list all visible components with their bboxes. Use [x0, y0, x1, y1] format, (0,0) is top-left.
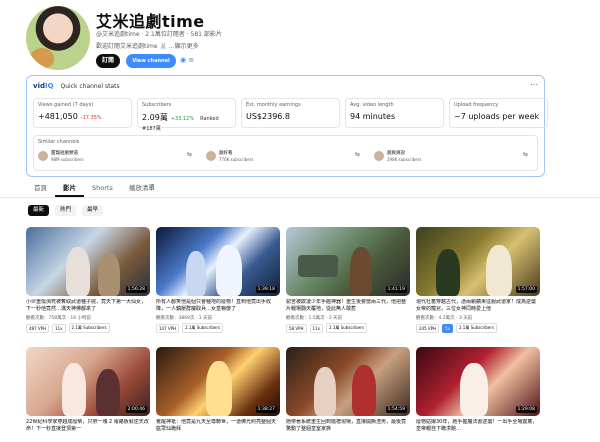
view-channel-stats-button[interactable]: View channel stats	[126, 54, 176, 78]
similar-channel[interactable]: 劇爽爽說 298K subscribers ⇆	[374, 149, 534, 167]
vidiq-header: vidIQ Quick channel stats	[33, 82, 120, 90]
video-thumbnail[interactable]: 2:00:46	[26, 347, 150, 416]
vidiq-badges: 245 VPH 5x 2.1萬 Subscribers	[416, 323, 540, 333]
stat-subscribers: Subscribers 2.09萬 +33.12% Ranked #187萬	[137, 98, 236, 132]
video-thumbnail[interactable]: 1:56:28	[26, 227, 150, 296]
tab-divider	[0, 197, 600, 198]
video-thumbnail[interactable]: 1:38:27	[156, 347, 280, 416]
video-duration: 1:57:00	[515, 286, 537, 293]
video-title[interactable]: 22世紀科學家穿越成廢柴，只帶一塊 2 電路板就逆天改命！下一秒直接登頂第一	[26, 419, 150, 433]
vidiq-badges: 147 VPH 2.1萬 Subscribers	[156, 323, 280, 333]
video-title[interactable]: 小伙重傷瀕死被奪取武道種子屍，竟天下第一大仙女，下一秒他竟然…滿天神佛都來了	[26, 299, 150, 313]
video-duration: 1:56:28	[125, 286, 147, 293]
vidiq-panel: vidIQ Quick channel stats ⋯ Views gained…	[26, 75, 548, 177]
sort-chips: 最新 熱門 最早	[28, 205, 104, 216]
video-duration: 1:38:27	[255, 406, 277, 413]
chart-icon[interactable]: ◉	[180, 56, 186, 64]
stats-extra-icons[interactable]: ◉ ≡	[180, 56, 194, 64]
channel-meta: @艾米追劇time · 2.1萬位訂閱者 · 581 部影片	[96, 31, 222, 38]
video-thumbnail[interactable]: 1:41:19	[286, 227, 410, 296]
video-thumbnail[interactable]: 1:39:18	[156, 227, 280, 296]
similar-channels: Similar channels 甜寵短劇頻道 98M subscribers …	[33, 135, 538, 171]
video-meta: 觀看次數：4.2萬次 · 3 天前	[416, 316, 473, 321]
similar-channel[interactable]: 劇好看 776K subscribers ⇆	[206, 149, 366, 167]
video-card[interactable]: 1:57:00 現代社畜穿越古代，憑兩顆蘋果征服武道家！成為逆襲女帝的寵兒，三位…	[416, 227, 540, 333]
compare-icon[interactable]: ⇆	[355, 151, 360, 158]
stat-upload-frequency: Upload frequency ~7 uploads per week	[449, 98, 548, 128]
video-duration: 1:29:08	[515, 406, 537, 413]
video-thumbnail[interactable]: 1:29:08	[416, 347, 540, 416]
video-card[interactable]: 1:41:19 窮苦被欺凌少年手握神器！重生後要當兩三代，他把整片戰場翻天覆地，…	[286, 227, 410, 333]
tab-videos[interactable]: 影片	[55, 183, 84, 197]
video-thumbnail[interactable]: 1:57:00	[416, 227, 540, 296]
more-options-icon[interactable]: ⋯	[530, 80, 538, 89]
vidiq-badges: 487 VPH 11x 2.1萬 Subscribers	[26, 323, 150, 333]
video-title[interactable]: 所有人都笑他是個只會種地的廢物！直到他竟出手收降，一人鎮壓群魔取兵…女皇嚇傻了	[156, 299, 280, 313]
delta-up: +33.12%	[170, 116, 195, 122]
list-icon[interactable]: ≡	[188, 56, 194, 64]
video-card[interactable]: 1:39:18 所有人都笑他是個只會種地的廢物！直到他竟出手收降，一人鎮壓群魔取…	[156, 227, 280, 333]
stats-row: Views gained (7 days) +481,050 -17.35% Su…	[33, 98, 548, 132]
channel-avatar[interactable]	[26, 6, 90, 70]
video-card[interactable]: 1:29:08 廢物姑娘30年，她手握魔法書逆襲！一出手全場震驚，皇帝親自下跪求…	[416, 347, 540, 433]
compare-icon[interactable]: ⇆	[523, 151, 528, 158]
video-duration: 1:41:19	[385, 286, 407, 293]
video-title[interactable]: 窮苦被欺凌少年手握神器！重生後要當兩三代，他把整片戰場翻天覆地，從此無人敢惹	[286, 299, 410, 313]
video-duration: 1:39:18	[255, 286, 277, 293]
avatar	[206, 151, 216, 161]
video-card[interactable]: 2:00:46 22世紀科學家穿越成廢柴，只帶一塊 2 電路板就逆天改命！下一秒…	[26, 347, 150, 433]
delta-down: -17.35%	[80, 115, 102, 121]
tab-home[interactable]: 首頁	[26, 183, 55, 197]
chip-popular[interactable]: 熱門	[55, 205, 77, 216]
chip-latest[interactable]: 最新	[28, 205, 50, 216]
video-title[interactable]: 覺醒神祇：他竟是九天至尊轉世，一道佛光照亮整個天庭眾仙跪拜	[156, 419, 280, 433]
similar-channel[interactable]: 甜寵短劇頻道 98M subscribers ⇆	[38, 149, 198, 167]
avatar-dog	[30, 48, 54, 68]
channel-description[interactable]: 歡迎訂閱艾米追劇time 🐰 ...顯示更多	[96, 41, 199, 50]
tab-playlists[interactable]: 播放清單	[121, 183, 163, 197]
video-card[interactable]: 1:38:27 覺醒神祇：他竟是九天至尊轉世，一道佛光照亮整個天庭眾仙跪拜	[156, 347, 280, 433]
chip-oldest[interactable]: 最早	[82, 205, 104, 216]
stat-video-length: Avg. video length 94 minutes	[345, 98, 444, 128]
video-meta: 觀看次數：1.5萬次 · 2 天前	[286, 316, 343, 321]
tab-shorts[interactable]: Shorts	[84, 183, 121, 197]
avatar	[374, 151, 384, 161]
video-thumbnail[interactable]: 1:54:59	[286, 347, 410, 416]
video-title[interactable]: 廢物姑娘30年，她手握魔法書逆襲！一出手全場震驚，皇帝親自下跪求饒…	[416, 419, 540, 433]
video-card[interactable]: 1:54:59 她帶著系統重生回到婚禮現場，直接開撕渣男，最後竟驚動了整個皇室家…	[286, 347, 410, 433]
video-duration: 1:54:59	[385, 406, 407, 413]
channel-tabs: 首頁 影片 Shorts 播放清單	[26, 183, 163, 197]
video-meta: 觀看次數：3869次 · 1 天前	[156, 316, 213, 321]
stat-earnings: Est. monthly earnings US$2396.8	[241, 98, 340, 128]
video-meta: 觀看次數：758萬次 · 16 小時前	[26, 316, 92, 321]
vidiq-logo: vidIQ	[33, 82, 54, 90]
stat-views: Views gained (7 days) +481,050 -17.35%	[33, 98, 132, 128]
subscribe-button[interactable]: 訂閱	[96, 54, 120, 68]
avatar	[38, 151, 48, 161]
video-title[interactable]: 現代社畜穿越古代，憑兩顆蘋果征服武道家！成為逆襲女帝的寵兒，三位女神同時愛上他	[416, 299, 540, 313]
video-title[interactable]: 她帶著系統重生回到婚禮現場，直接開撕渣男，最後竟驚動了整個皇室家族	[286, 419, 410, 433]
vidiq-title: Quick channel stats	[60, 83, 120, 90]
vidiq-badges: 58 VPH 11x 2.1萬 Subscribers	[286, 323, 410, 333]
search-icon[interactable]: ⌕	[150, 181, 155, 191]
video-card[interactable]: 1:56:28 小伙重傷瀕死被奪取武道種子屍，竟天下第一大仙女，下一秒他竟然…滿…	[26, 227, 150, 333]
video-duration: 2:00:46	[125, 406, 147, 413]
compare-icon[interactable]: ⇆	[187, 151, 192, 158]
